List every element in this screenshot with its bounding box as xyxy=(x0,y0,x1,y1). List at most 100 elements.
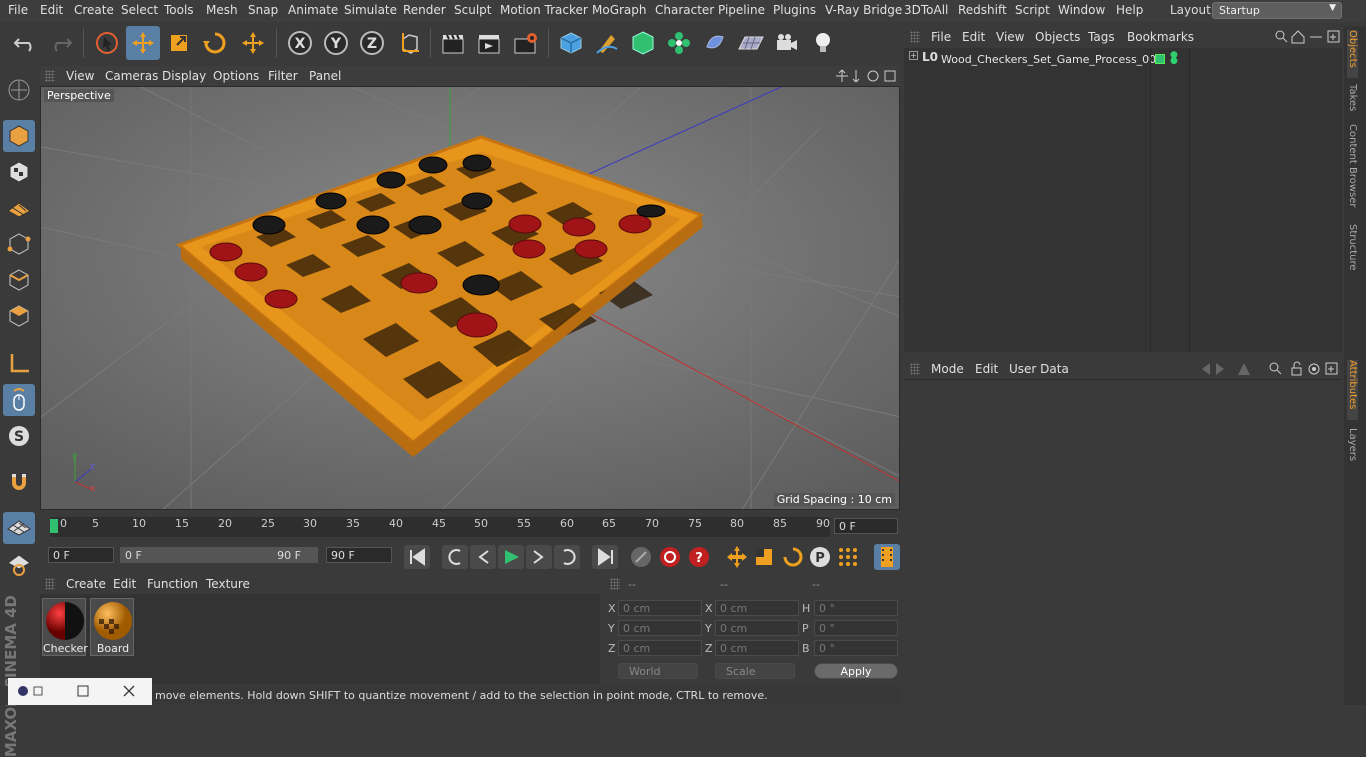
x-axis-lock-button[interactable]: X xyxy=(283,26,317,60)
menu-character[interactable]: Character xyxy=(655,3,714,17)
attributes-tools[interactable] xyxy=(1200,361,1340,377)
menu-script[interactable]: Script xyxy=(1015,3,1050,17)
add-floor-button[interactable] xyxy=(734,26,768,60)
expand-icon[interactable]: + xyxy=(909,51,918,60)
panel-grip[interactable] xyxy=(910,363,920,375)
menu-redshift[interactable]: Redshift xyxy=(958,3,1007,17)
menu-simulate[interactable]: Simulate xyxy=(344,3,397,17)
menu-pipeline[interactable]: Pipeline xyxy=(718,3,765,17)
mat-menu-texture[interactable]: Texture xyxy=(206,577,250,591)
render-view-button[interactable] xyxy=(436,26,470,60)
viewport-nav-icons[interactable] xyxy=(836,68,898,84)
vp-menu-display[interactable]: Display xyxy=(162,69,206,83)
solo-button[interactable]: S xyxy=(3,420,35,452)
scale-button[interactable] xyxy=(162,26,196,60)
layout-select[interactable]: Startup ▼ xyxy=(1212,2,1342,19)
axis-mode-button[interactable] xyxy=(3,348,35,380)
obj-menu-bookmarks[interactable]: Bookmarks xyxy=(1127,30,1194,44)
menu-window[interactable]: Window xyxy=(1058,3,1105,17)
menu-file[interactable]: File xyxy=(8,3,28,17)
obj-menu-view[interactable]: View xyxy=(996,30,1024,44)
redo-button[interactable] xyxy=(44,26,78,60)
render-to-picture-viewer-button[interactable] xyxy=(472,26,506,60)
3d-viewport[interactable]: y z x Perspective Grid Spacing : 10 cm xyxy=(40,86,900,510)
key-mode-controls[interactable]: P xyxy=(724,544,864,570)
current-frame-field[interactable]: 0 F xyxy=(834,518,898,534)
menu-create[interactable]: Create xyxy=(74,3,114,17)
material-checker[interactable]: Checker xyxy=(42,598,88,656)
pos-x-field[interactable]: 0 cm xyxy=(618,600,702,616)
timeline-ruler[interactable]: 0 5 10 15 20 25 30 35 40 45 50 55 60 65 … xyxy=(50,517,830,537)
mat-menu-create[interactable]: Create xyxy=(66,577,106,591)
size-y-field[interactable]: 0 cm xyxy=(715,620,799,636)
add-camera-button[interactable] xyxy=(770,26,804,60)
tab-structure[interactable]: Structure xyxy=(1347,224,1358,271)
rot-b-field[interactable]: 0 ° xyxy=(814,640,898,656)
workplane-lock-button[interactable] xyxy=(3,512,35,544)
add-subdivision-button[interactable] xyxy=(626,26,660,60)
move-button[interactable] xyxy=(126,26,160,60)
obj-menu-file[interactable]: File xyxy=(931,30,951,44)
material-board[interactable]: Board xyxy=(90,598,134,656)
workplane-mode-button[interactable] xyxy=(3,192,35,224)
end-frame-field[interactable]: 90 F xyxy=(326,547,392,563)
mat-menu-edit[interactable]: Edit xyxy=(113,577,136,591)
menu-vray-bridge[interactable]: V-Ray Bridge xyxy=(825,3,902,17)
points-mode-button[interactable] xyxy=(3,228,35,260)
menu-sculpt[interactable]: Sculpt xyxy=(454,3,491,17)
add-light-button[interactable] xyxy=(806,26,840,60)
pos-z-field[interactable]: 0 cm xyxy=(618,640,702,656)
rotate-button[interactable] xyxy=(198,26,232,60)
object-name[interactable]: Wood_Checkers_Set_Game_Process_001 xyxy=(941,53,1163,66)
panel-grip[interactable] xyxy=(45,70,55,82)
polygons-mode-button[interactable] xyxy=(3,300,35,332)
playhead[interactable] xyxy=(50,519,58,533)
object-row[interactable]: + L0 Wood_Checkers_Set_Game_Process_001 … xyxy=(904,48,1342,68)
coord-mode-select[interactable]: Scale xyxy=(715,663,795,679)
vp-menu-filter[interactable]: Filter xyxy=(268,69,298,83)
panel-grip[interactable] xyxy=(45,578,55,590)
layer-color-swatch[interactable] xyxy=(1155,54,1165,64)
menu-select[interactable]: Select xyxy=(121,3,158,17)
mat-menu-function[interactable]: Function xyxy=(147,577,198,591)
locked-workplane-button[interactable] xyxy=(3,548,35,580)
menu-animate[interactable]: Animate xyxy=(288,3,338,17)
visibility-dots-icon[interactable]: ● ● xyxy=(1170,51,1178,66)
start-frame-field[interactable]: 0 F xyxy=(48,547,114,563)
menu-snap[interactable]: Snap xyxy=(248,3,278,17)
menu-tools[interactable]: Tools xyxy=(164,3,194,17)
model-mode-button[interactable] xyxy=(3,120,35,152)
menu-plugins[interactable]: Plugins xyxy=(773,3,816,17)
tab-layers[interactable]: Layers xyxy=(1347,428,1358,461)
tab-content-browser[interactable]: Content Browser xyxy=(1347,124,1358,207)
edges-mode-button[interactable] xyxy=(3,264,35,296)
obj-menu-objects[interactable]: Objects xyxy=(1035,30,1080,44)
menu-motion-tracker[interactable]: Motion Tracker xyxy=(500,3,588,17)
vp-menu-cameras[interactable]: Cameras xyxy=(105,69,158,83)
menu-mograph[interactable]: MoGraph xyxy=(592,3,647,17)
menu-3dtoall[interactable]: 3DToAll xyxy=(904,3,948,17)
menu-help[interactable]: Help xyxy=(1116,3,1143,17)
panel-grip[interactable] xyxy=(610,578,620,590)
undo-button[interactable] xyxy=(8,26,42,60)
panel-grip[interactable] xyxy=(910,31,920,43)
snap-button[interactable] xyxy=(3,466,35,498)
y-axis-lock-button[interactable]: Y xyxy=(319,26,353,60)
attr-menu-user-data[interactable]: User Data xyxy=(1009,362,1069,376)
tab-attributes[interactable]: Attributes xyxy=(1347,360,1358,420)
make-editable-button[interactable] xyxy=(3,74,35,106)
window-control-icons[interactable] xyxy=(8,678,152,705)
rot-h-field[interactable]: 0 ° xyxy=(814,600,898,616)
z-axis-lock-button[interactable]: Z xyxy=(355,26,389,60)
apply-button[interactable]: Apply xyxy=(814,663,898,679)
add-deformer-button[interactable] xyxy=(698,26,732,60)
rot-p-field[interactable]: 0 ° xyxy=(814,620,898,636)
keyframe-controls[interactable]: ? xyxy=(628,544,716,570)
object-manager-tools[interactable] xyxy=(1274,29,1340,45)
obj-menu-tags[interactable]: Tags xyxy=(1088,30,1115,44)
vp-menu-view[interactable]: View xyxy=(66,69,94,83)
menu-edit[interactable]: Edit xyxy=(40,3,63,17)
add-mograph-button[interactable] xyxy=(662,26,696,60)
add-cube-button[interactable] xyxy=(554,26,588,60)
size-z-field[interactable]: 0 cm xyxy=(715,640,799,656)
